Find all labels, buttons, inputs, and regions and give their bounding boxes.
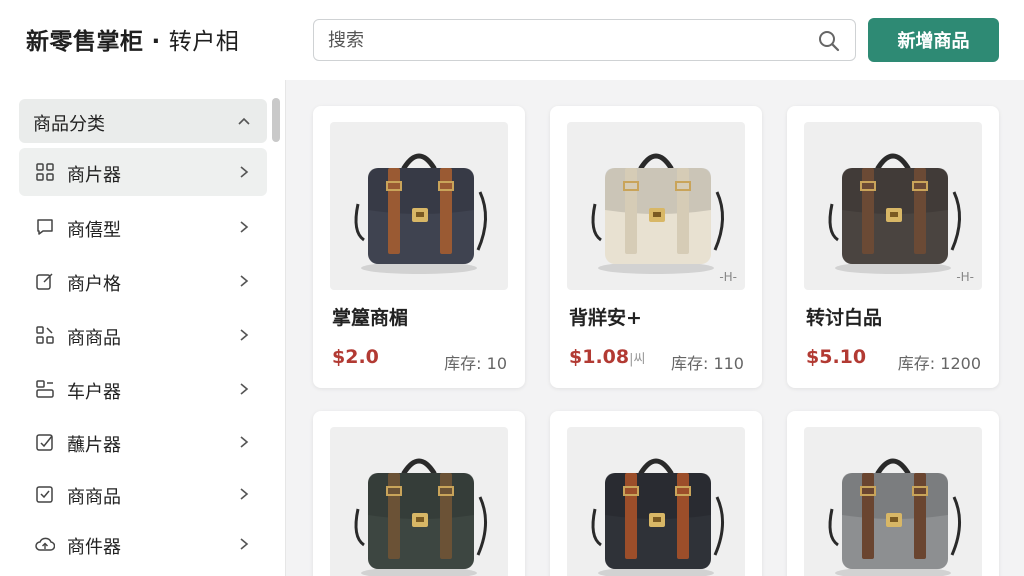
bag-image [591,458,724,576]
product-badge: -H- [956,270,974,284]
sidebar-item-label: 商户格 [67,274,121,295]
apps-icon [36,326,54,344]
check-square-icon [36,486,53,503]
chevron-up-icon [238,117,250,125]
product-image [330,427,508,576]
product-badge: -H- [719,270,737,284]
chevron-right-icon [240,221,249,233]
add-product-button[interactable]: 新增商品 [868,18,999,62]
product-card[interactable] [550,411,762,576]
sidebar-item-label: 商件器 [67,537,121,558]
bag-image [591,153,724,274]
sidebar-item-label: 车户器 [67,382,121,403]
chat-icon [37,219,53,235]
search-input[interactable] [328,20,808,60]
sidebar-item-label: 蘸片器 [67,435,121,456]
cloud-upload-icon [35,537,55,551]
product-card[interactable]: -H- 背牂安+ $1.08|씨 库存: 110 [550,106,762,388]
chevron-right-icon [240,436,249,448]
product-price: $1.08|씨 [569,346,645,368]
product-image: -H- [567,122,745,290]
sidebar-item-2[interactable]: 商僖型 [19,203,267,251]
category-header[interactable]: 商品分类 [19,99,267,143]
product-image [330,122,508,290]
product-card[interactable]: -H- 转讨白品 $5.10 库存: 1200 [787,106,999,388]
sidebar-item-3[interactable]: 商户格 [19,257,267,305]
title-separator: · [151,29,161,55]
chevron-right-icon [240,275,249,287]
product-image: -H- [804,122,982,290]
price-value: $1.08 [569,346,630,368]
chevron-right-icon [240,383,249,395]
chevron-right-icon [240,488,249,500]
sidebar-item-8[interactable]: 商件器 [19,520,267,568]
sidebar-item-5[interactable]: 车户器 [19,365,267,413]
category-sidebar: 商品分类 商片器 商僖型 商户格 商商品 车户器 蘸片器 商商品 商件器 [0,80,286,576]
sidebar-item-6[interactable]: 蘸片器 [19,418,267,466]
product-card[interactable]: 掌箼商楣 $2.0 库存: 10 [313,106,525,388]
chevron-right-icon [240,166,249,178]
product-card[interactable] [313,411,525,576]
sidebar-scrollbar[interactable] [272,98,280,198]
sidebar-item-4[interactable]: 商商品 [19,311,267,359]
price-suffix: |씨 [629,352,646,367]
product-stock: 库存: 10 [444,354,507,373]
bag-image [354,153,487,274]
page-title: 新零售掌柜 · 转户相 [26,22,239,56]
grid-icon [36,163,54,181]
bag-image [828,458,961,576]
bag-image [354,458,487,576]
product-stock: 库存: 110 [670,354,744,373]
checked-square-icon [36,434,53,451]
sidebar-item-label: 商商品 [67,328,121,349]
sidebar-item-7[interactable]: 商商品 [19,470,267,518]
product-name: 掌箼商楣 [332,307,409,329]
product-card[interactable] [787,411,999,576]
category-header-label: 商品分类 [33,114,105,135]
product-name: 转讨白品 [806,307,883,329]
product-image [804,427,982,576]
bag-image [828,153,961,274]
product-price: $2.0 [332,346,379,368]
edit-square-icon [36,273,53,290]
product-stock: 库存: 1200 [897,354,981,373]
product-name: 背牂安+ [569,307,642,329]
chevron-right-icon [240,538,249,550]
user-card-icon [36,380,54,398]
sidebar-item-1[interactable]: 商片器 [19,148,267,196]
sidebar-item-label: 商僖型 [67,220,121,241]
scrollbar-thumb[interactable] [272,98,280,142]
search-box[interactable] [313,19,856,61]
top-bar: 新零售掌柜 · 转户相 新增商品 [0,0,1024,80]
app-name: 新零售掌柜 [26,29,144,55]
product-price: $5.10 [806,346,867,368]
search-icon[interactable] [817,29,841,53]
sidebar-item-label: 商商品 [67,487,121,508]
product-image [567,427,745,576]
sidebar-item-label: 商片器 [67,165,121,186]
chevron-right-icon [240,329,249,341]
store-name: 转户相 [168,29,240,55]
